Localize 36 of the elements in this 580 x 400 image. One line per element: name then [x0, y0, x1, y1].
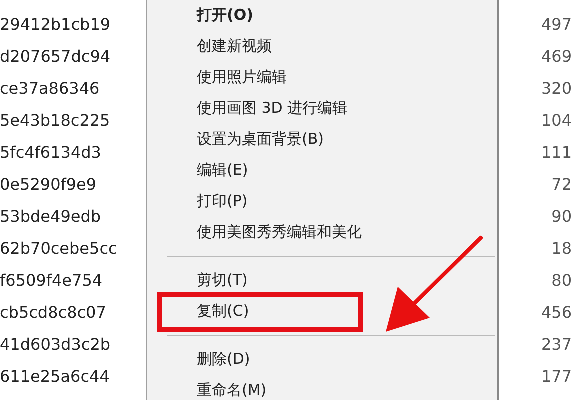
file-size: 320	[541, 78, 572, 98]
file-name[interactable]: 62b70cebe5cc	[0, 238, 118, 258]
menu-item[interactable]: 编辑(E)	[147, 161, 248, 180]
menu-item[interactable]: 设置为桌面背景(B)	[147, 130, 324, 149]
menu-item[interactable]: 复制(C)	[147, 302, 250, 321]
file-name[interactable]: ce37a86346	[0, 78, 100, 98]
file-size: 80	[552, 270, 572, 290]
file-name[interactable]: 29412b1cb19	[0, 14, 111, 34]
file-name[interactable]: 5e43b18c225	[0, 110, 110, 130]
file-name[interactable]: 0e5290f9e9	[0, 174, 97, 194]
file-size: 90	[552, 206, 572, 226]
menu-item[interactable]: 创建新视频	[147, 37, 272, 56]
file-size: 18	[552, 238, 572, 258]
menu-item[interactable]: 打印(P)	[147, 192, 248, 211]
menu-item[interactable]: 剪切(T)	[147, 271, 248, 290]
menu-item[interactable]: 使用照片编辑	[147, 68, 287, 87]
file-name[interactable]: 611e25a6c44	[0, 366, 110, 386]
menu-item[interactable]: 重命名(M)	[147, 381, 267, 400]
file-size: 456	[541, 302, 572, 322]
file-name[interactable]: 53bde49edb	[0, 206, 102, 226]
file-name[interactable]: d207657dc94	[0, 46, 111, 66]
file-size: 104	[541, 110, 572, 130]
menu-item[interactable]: 使用美图秀秀编辑和美化	[147, 223, 362, 242]
menu-item[interactable]: 打开(O)	[147, 6, 254, 25]
file-size: 177	[541, 366, 572, 386]
file-name[interactable]: f6509f4e754	[0, 270, 103, 290]
file-size: 497	[541, 14, 572, 34]
file-size: 469	[541, 46, 572, 66]
file-size: 237	[541, 334, 572, 354]
menu-item[interactable]: 使用画图 3D 进行编辑	[147, 99, 348, 118]
file-name[interactable]: 5fc4f6134d3	[0, 142, 102, 162]
file-name[interactable]: 41d603d3c2b	[0, 334, 111, 354]
file-name[interactable]: cb5cd8c8c07	[0, 302, 106, 322]
file-size: 72	[552, 174, 572, 194]
file-size: 111	[541, 142, 572, 162]
menu-item[interactable]: 删除(D)	[147, 350, 250, 369]
